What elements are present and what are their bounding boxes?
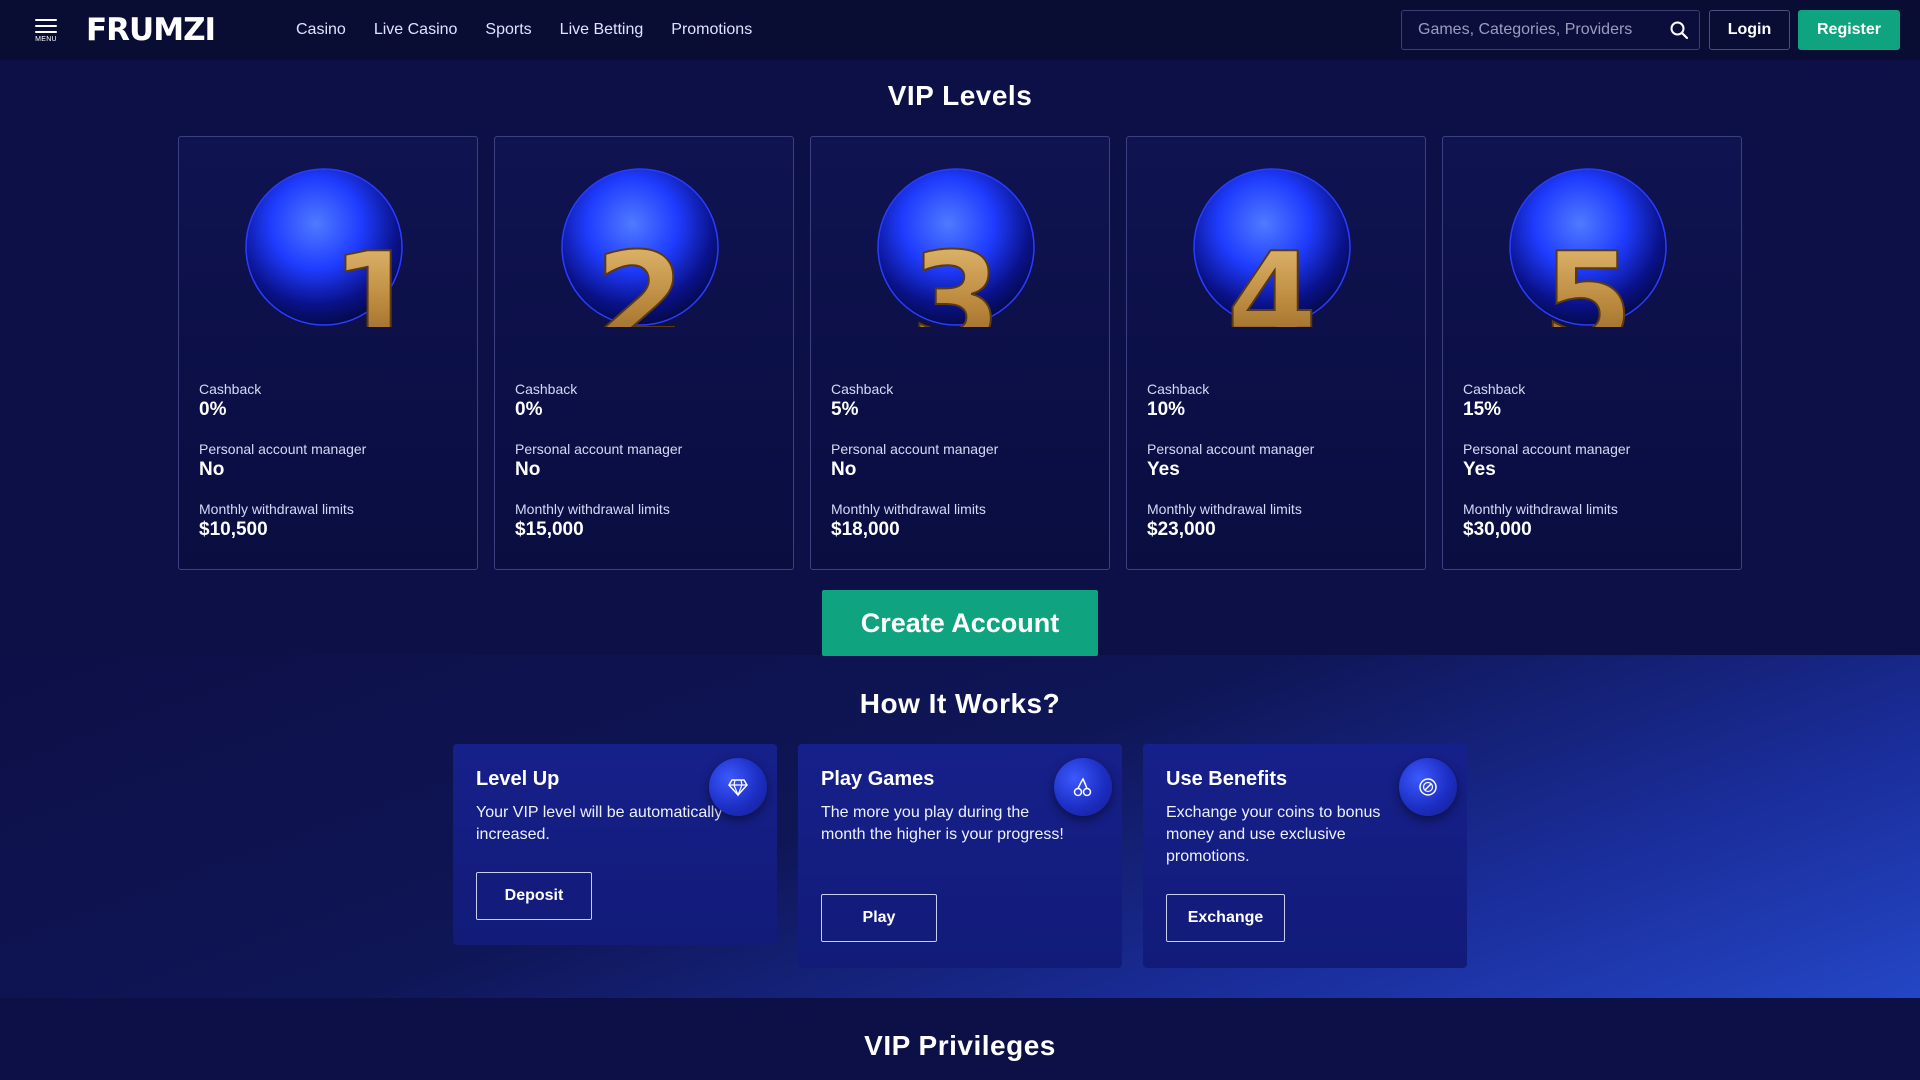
how-card-play-games: Play Games The more you play during the … xyxy=(798,744,1122,968)
withdrawal-value: $10,500 xyxy=(199,519,268,540)
nav-live-betting[interactable]: Live Betting xyxy=(560,21,644,39)
register-button[interactable]: Register xyxy=(1798,10,1900,50)
cashback-label: Cashback xyxy=(1147,381,1210,397)
hamburger-icon-line xyxy=(35,19,57,21)
vip-level-card: 3 Cashback 5% Personal account manager No Mon… xyxy=(810,136,1110,570)
vip-level-number: 4 xyxy=(1227,224,1317,327)
vip-level-badge-icon: 2 xyxy=(561,168,719,327)
withdrawal-label: Monthly withdrawal limits xyxy=(831,501,986,517)
cashback-value: 15% xyxy=(1463,399,1502,420)
cashback-label: Cashback xyxy=(515,381,578,397)
menu-label: MENU xyxy=(35,36,57,43)
nav-casino[interactable]: Casino xyxy=(296,21,346,39)
cashback-value: 5% xyxy=(831,399,859,420)
withdrawal-value: $23,000 xyxy=(1147,519,1216,540)
exchange-button[interactable]: Exchange xyxy=(1166,894,1285,942)
withdrawal-label: Monthly withdrawal limits xyxy=(515,501,670,517)
manager-value: Yes xyxy=(1463,459,1496,480)
how-card-use-benefits: Use Benefits Exchange your coins to bonu… xyxy=(1143,744,1467,968)
vip-level-badge-icon: 3 xyxy=(877,168,1035,327)
main-nav: Casino Live Casino Sports Live Betting P… xyxy=(296,0,780,60)
cashback-value: 0% xyxy=(199,399,227,420)
vip-level-badge-icon: 1 xyxy=(245,168,404,327)
withdrawal-label: Monthly withdrawal limits xyxy=(199,501,354,517)
coin-exchange-icon xyxy=(1399,758,1457,816)
play-button[interactable]: Play xyxy=(821,894,937,942)
manager-label: Personal account manager xyxy=(831,441,999,457)
cashback-label: Cashback xyxy=(1463,381,1526,397)
nav-sports[interactable]: Sports xyxy=(485,21,531,39)
site-logo[interactable]: FRUMZI xyxy=(86,12,216,48)
manager-label: Personal account manager xyxy=(1463,441,1631,457)
withdrawal-label: Monthly withdrawal limits xyxy=(1147,501,1302,517)
how-it-works-title: How It Works? xyxy=(859,688,1061,719)
how-card-level-up: Level Up Your VIP level will be automati… xyxy=(453,744,777,945)
manager-value: No xyxy=(515,459,541,480)
manager-label: Personal account manager xyxy=(199,441,367,457)
cashback-value: 0% xyxy=(515,399,543,420)
how-card-text: Exchange your coins to bonus money and u… xyxy=(1166,804,1381,865)
withdrawal-value: $15,000 xyxy=(515,519,584,540)
cashback-value: 10% xyxy=(1147,399,1186,420)
nav-promotions[interactable]: Promotions xyxy=(671,21,752,39)
hamburger-icon-line xyxy=(35,31,57,33)
vip-level-card: 2 Cashback 0% Personal account manager No Mon… xyxy=(494,136,794,570)
manager-value: No xyxy=(199,459,225,480)
diamond-icon xyxy=(709,758,767,816)
manager-label: Personal account manager xyxy=(1147,441,1315,457)
vip-level-card: 4 Cashback 10% Personal account manager Yes M… xyxy=(1126,136,1426,570)
search-icon[interactable] xyxy=(1669,20,1689,40)
cashback-label: Cashback xyxy=(831,381,894,397)
vip-level-number: 5 xyxy=(1543,224,1633,327)
manager-label: Personal account manager xyxy=(515,441,683,457)
how-card-text: The more you play during the month the h… xyxy=(821,804,1064,843)
hamburger-icon-line xyxy=(35,25,57,27)
how-card-title: Use Benefits xyxy=(1166,768,1288,790)
vip-privileges-title: VIP Privileges xyxy=(864,1030,1056,1061)
nav-live-casino[interactable]: Live Casino xyxy=(374,21,458,39)
vip-level-badge-icon: 4 xyxy=(1193,168,1351,327)
vip-level-card: 5 Cashback 15% Personal account manager Yes M… xyxy=(1442,136,1742,570)
manager-value: No xyxy=(831,459,857,480)
vip-level-badge-icon: 5 xyxy=(1509,168,1667,327)
how-card-title: Level Up xyxy=(476,768,560,790)
withdrawal-label: Monthly withdrawal limits xyxy=(1463,501,1618,517)
menu-button[interactable]: MENU xyxy=(34,19,58,43)
search-input[interactable] xyxy=(1402,21,1652,39)
withdrawal-value: $30,000 xyxy=(1463,519,1532,540)
login-button[interactable]: Login xyxy=(1709,10,1790,50)
manager-value: Yes xyxy=(1147,459,1180,480)
vip-level-number: 3 xyxy=(911,224,1001,327)
vip-levels-title: VIP Levels xyxy=(887,80,1033,111)
create-account-button[interactable]: Create Account xyxy=(822,590,1098,656)
vip-level-card: 1 Cashback 0% Personal account manager No Mon… xyxy=(178,136,478,570)
withdrawal-value: $18,000 xyxy=(831,519,900,540)
cherries-icon xyxy=(1054,758,1112,816)
deposit-button[interactable]: Deposit xyxy=(476,872,592,920)
how-card-title: Play Games xyxy=(821,768,935,790)
how-card-text: Your VIP level will be automatically inc… xyxy=(476,804,723,843)
vip-level-number: 1 xyxy=(331,224,404,327)
cashback-label: Cashback xyxy=(199,381,262,397)
top-navigation-bar: MENU FRUMZI Casino Live Casino Sports Li… xyxy=(0,0,1920,60)
vip-level-number: 2 xyxy=(595,224,685,327)
search-box xyxy=(1401,10,1700,50)
